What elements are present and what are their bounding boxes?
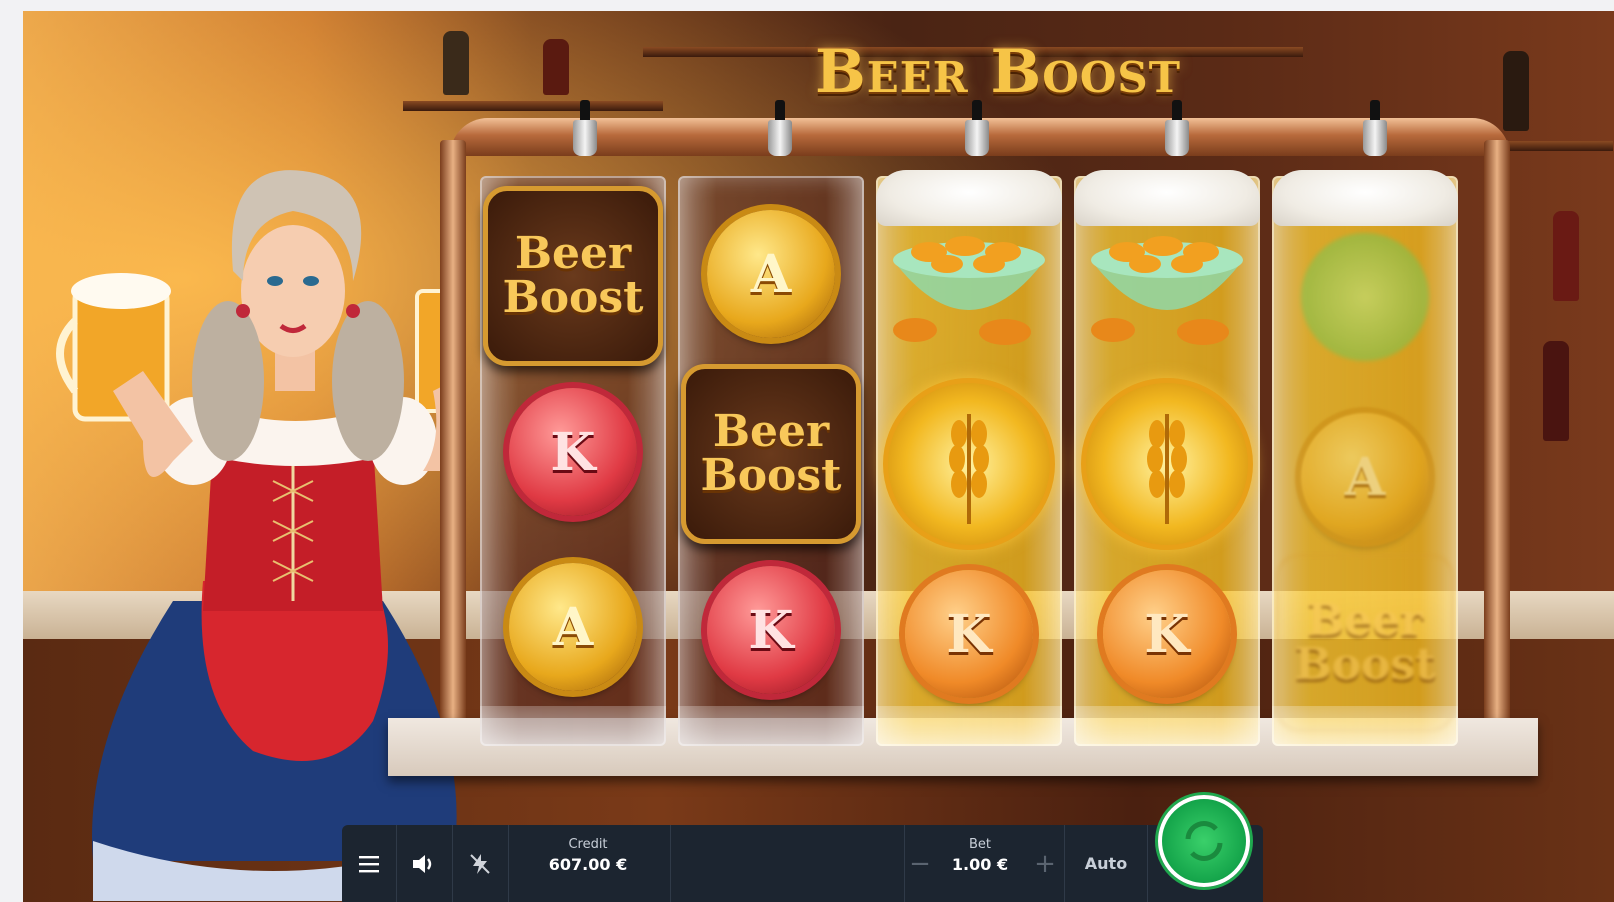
credit-value: 607.00 € <box>548 855 628 874</box>
glass-base <box>876 706 1062 746</box>
beer-tap <box>963 100 991 158</box>
beer-tap <box>1163 100 1191 158</box>
wheat-symbol <box>883 378 1055 550</box>
logo-symbol-word-2: Boost <box>700 450 842 501</box>
bet-increase-button[interactable]: + <box>1025 825 1065 902</box>
beer-tap <box>1361 100 1389 158</box>
menu-button[interactable] <box>342 825 397 902</box>
speaker-icon <box>413 854 432 873</box>
reel-1: Beer Boost K A <box>480 176 666 746</box>
tap-pipe-right <box>1484 140 1510 750</box>
wheat-icon <box>949 414 989 524</box>
a-cap-symbol: A <box>1301 413 1429 541</box>
bottle <box>1543 341 1569 441</box>
turbo-button[interactable] <box>452 825 509 902</box>
green-cap-symbol <box>1301 233 1429 361</box>
control-bar: Credit 607.00 € − Bet 1.00 € + Auto <box>342 825 1263 902</box>
beer-foam <box>1074 170 1260 226</box>
bottle <box>543 39 569 95</box>
bottle <box>1503 51 1529 131</box>
win-panel <box>670 825 905 902</box>
glass-base <box>480 706 666 746</box>
reel-5: A Beer Boost <box>1272 170 1458 746</box>
logo-symbol-word-1: Beer <box>712 406 830 457</box>
reel-2: A Beer Boost K <box>678 176 864 746</box>
k-cap-symbol: K <box>707 566 835 694</box>
spin-arrows-icon <box>1185 821 1223 861</box>
beer-boost-logo-symbol: Beer Boost <box>681 364 861 544</box>
game-title-logo: Beer Boost <box>814 37 1181 107</box>
hamburger-menu-icon <box>359 855 379 872</box>
beer-boost-logo-symbol: Beer Boost <box>483 186 663 366</box>
glass-base <box>1272 706 1458 746</box>
spin-button[interactable] <box>1158 795 1250 887</box>
logo-symbol-word-2: Boost <box>1294 639 1436 690</box>
tap-pipe-left <box>440 140 466 750</box>
wheat-icon <box>1147 414 1187 524</box>
beer-tap <box>766 100 794 158</box>
lightning-icon <box>470 853 490 874</box>
credit-label: Credit <box>568 837 608 852</box>
glass-base <box>678 706 864 746</box>
barmaid-illustration <box>56 170 459 901</box>
bottle <box>1553 211 1579 301</box>
beer-foam <box>876 170 1062 226</box>
logo-symbol-word-1: Beer <box>514 228 632 279</box>
bottle <box>443 31 469 95</box>
logo-symbol-word-1: Beer <box>1306 595 1424 646</box>
credit-panel: Credit 607.00 € <box>508 825 671 902</box>
beer-foam <box>1272 170 1458 226</box>
k-cap-symbol: K <box>509 388 637 516</box>
peanut-bowl-symbol <box>1091 236 1243 345</box>
a-cap-symbol: A <box>509 563 637 691</box>
glass-base <box>1074 706 1260 746</box>
wheat-symbol <box>1081 378 1253 550</box>
k-cap-symbol: K <box>1103 570 1231 698</box>
a-cap-symbol: A <box>707 210 835 338</box>
sound-button[interactable] <box>396 825 453 902</box>
back-shelf <box>403 101 663 111</box>
peanut-bowl-symbol <box>893 236 1045 345</box>
beer-tap <box>571 100 599 158</box>
logo-symbol-word-2: Boost <box>502 272 644 323</box>
reel-3: K <box>876 170 1062 746</box>
auto-button[interactable]: Auto <box>1064 825 1148 902</box>
k-cap-symbol: K <box>905 570 1033 698</box>
reel-4: K <box>1074 170 1260 746</box>
